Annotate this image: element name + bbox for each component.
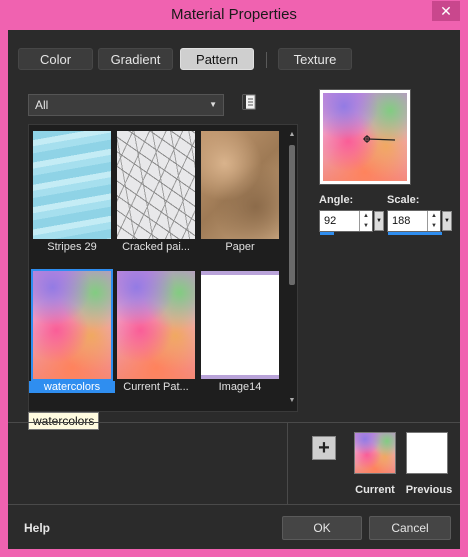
pattern-label-selected: watercolors: [29, 381, 115, 393]
scale-label: Scale:: [387, 194, 420, 206]
scale-stepper[interactable]: ▲ ▼: [427, 211, 440, 231]
cancel-button[interactable]: Cancel: [369, 516, 451, 540]
scale-value: 188: [392, 215, 411, 227]
pattern-thumbnail-current-pattern[interactable]: [117, 271, 195, 379]
pattern-label: Paper: [225, 241, 255, 253]
angle-label: Angle:: [319, 194, 354, 206]
pattern-gallery: Stripes 29 Cracked pai... Paper watercol…: [28, 124, 298, 412]
window-title: Material Properties: [171, 6, 297, 23]
divider: [287, 422, 288, 504]
tab-color[interactable]: Color: [18, 48, 93, 70]
chevron-down-icon[interactable]: ▼: [287, 397, 297, 407]
previous-swatch-label: Previous: [405, 484, 453, 496]
tab-texture[interactable]: Texture: [278, 48, 352, 70]
resource-manager-icon[interactable]: [242, 94, 256, 110]
category-dropdown-value: All: [35, 98, 49, 112]
angle-value: 92: [324, 215, 337, 227]
chevron-down-icon: ▼: [209, 100, 217, 109]
tab-divider: [266, 52, 267, 68]
material-properties-dialog: Material Properties ✕ Color Gradient Pat…: [0, 0, 468, 557]
previous-swatch[interactable]: [406, 432, 448, 474]
pattern-thumbnail-watercolors[interactable]: [31, 269, 113, 381]
dialog-body: Color Gradient Pattern Texture All ▼ Str…: [8, 30, 460, 549]
divider: [8, 504, 460, 505]
close-button[interactable]: ✕: [432, 1, 460, 21]
angle-dropdown-button[interactable]: ▼: [374, 211, 384, 231]
pattern-thumbnail-paper[interactable]: [201, 131, 279, 239]
preview-image: [323, 93, 407, 181]
pattern-preview[interactable]: [319, 89, 411, 185]
angle-stepper[interactable]: ▲ ▼: [359, 211, 372, 231]
angle-input[interactable]: 92 ▲ ▼ ▼: [319, 210, 384, 235]
tooltip: watercolors: [28, 412, 100, 430]
pattern-label: Current Pat...: [123, 381, 189, 393]
divider: [8, 422, 460, 423]
chevron-up-icon[interactable]: ▲: [287, 131, 297, 141]
pattern-label: Stripes 29: [47, 241, 97, 253]
scale-slider-bar[interactable]: [388, 232, 442, 235]
scale-dropdown-button[interactable]: ▼: [442, 211, 452, 231]
scale-input[interactable]: 188 ▲ ▼ ▼: [387, 210, 452, 235]
help-link[interactable]: Help: [24, 521, 50, 535]
tab-pattern[interactable]: Pattern: [180, 48, 254, 70]
angle-slider-bar[interactable]: [320, 232, 334, 235]
gallery-scrollbar[interactable]: ▲ ▼: [287, 131, 297, 407]
pattern-thumbnail-cracked-paint[interactable]: [117, 131, 195, 239]
scrollbar-thumb[interactable]: [289, 145, 295, 285]
add-to-swatches-button[interactable]: +: [312, 436, 336, 460]
title-bar[interactable]: Material Properties ✕: [0, 0, 468, 30]
pattern-label: Cracked pai...: [122, 241, 190, 253]
pattern-thumbnail-image14[interactable]: [201, 271, 279, 379]
angle-handle-icon[interactable]: [323, 93, 407, 181]
current-swatch[interactable]: [354, 432, 396, 474]
current-swatch-label: Current: [355, 484, 395, 496]
ok-button[interactable]: OK: [282, 516, 362, 540]
tab-gradient[interactable]: Gradient: [98, 48, 173, 70]
pattern-label: Image14: [218, 381, 262, 393]
pattern-thumbnail-stripes[interactable]: [33, 131, 111, 239]
category-dropdown[interactable]: All ▼: [28, 94, 224, 116]
